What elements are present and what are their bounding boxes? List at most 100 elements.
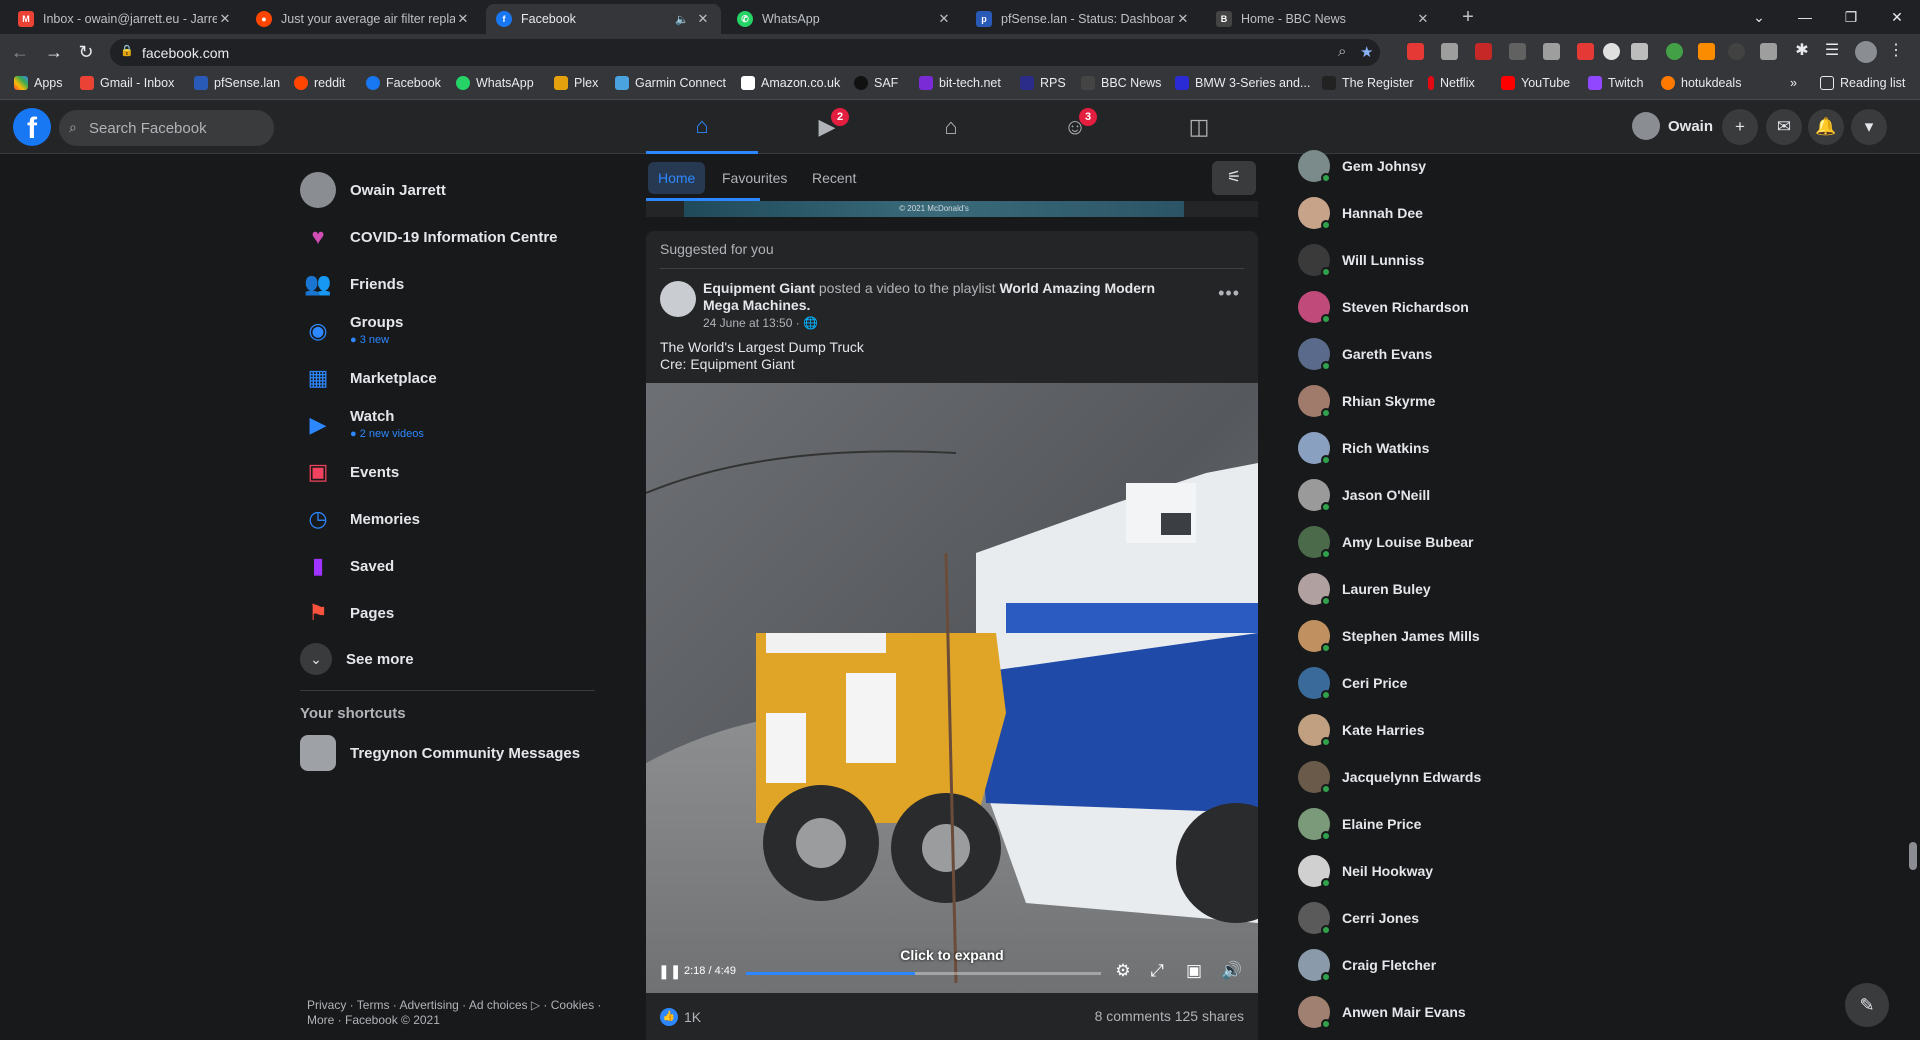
nav-item-watch[interactable]: ▶ Watch ● 2 new videos — [300, 403, 600, 447]
nav-groups[interactable]: ☺ 3 — [1019, 100, 1131, 154]
tab-home[interactable]: Home — [648, 162, 706, 194]
reactions-summary[interactable]: 👍 1K — [660, 1008, 701, 1026]
footer-links[interactable]: Privacy · Terms · Advertising · Ad choic… — [307, 998, 607, 1028]
forward-button[interactable]: → — [42, 42, 66, 63]
extension-icon[interactable] — [1760, 43, 1777, 60]
settings-gear-icon[interactable]: ⚙ — [1112, 961, 1134, 981]
facebook-logo[interactable]: f — [13, 108, 51, 146]
extension-icon[interactable] — [1698, 43, 1715, 60]
extension-icon[interactable] — [1543, 43, 1560, 60]
media-control-icon[interactable]: ☰ — [1820, 40, 1844, 60]
grammarly-extension-icon[interactable] — [1666, 43, 1683, 60]
volume-icon[interactable]: 🔊 — [1221, 961, 1243, 981]
close-icon[interactable]: ✕ — [1415, 11, 1431, 27]
contact-item[interactable]: Steven Richardson — [1298, 285, 1469, 329]
tab-bbc[interactable]: B Home - BBC News ✕ — [1206, 4, 1441, 34]
bookmark-facebook[interactable]: Facebook — [366, 76, 441, 90]
contact-item[interactable]: Elaine Price — [1298, 802, 1421, 846]
contact-item[interactable]: Ceri Price — [1298, 661, 1407, 705]
nav-item-groups[interactable]: ◉ Groups ● 3 new — [300, 309, 600, 353]
new-tab-button[interactable]: + — [1456, 6, 1480, 29]
bookmark-whatsapp[interactable]: WhatsApp — [456, 76, 534, 90]
close-window-button[interactable]: ✕ — [1874, 9, 1920, 26]
extension-icon[interactable] — [1577, 43, 1594, 60]
tab-recent[interactable]: Recent — [802, 162, 866, 194]
contact-item[interactable]: Kate Harries — [1298, 708, 1425, 752]
notifications-button[interactable]: 🔔 — [1808, 109, 1844, 145]
adblock-extension-icon[interactable] — [1407, 43, 1424, 60]
nav-home[interactable]: ⌂ — [646, 100, 758, 154]
bookmark-register[interactable]: The Register — [1322, 76, 1414, 90]
nav-item-profile[interactable]: Owain Jarrett — [300, 168, 600, 212]
nav-item-pages[interactable]: ⚑ Pages — [300, 591, 600, 635]
close-icon[interactable]: ✕ — [1175, 11, 1191, 27]
tab-search-icon[interactable]: ⌄ — [1736, 9, 1782, 26]
tab-facebook[interactable]: f Facebook 🔈 ✕ — [486, 4, 721, 34]
bookmark-reddit[interactable]: reddit — [294, 76, 345, 90]
ublock-extension-icon[interactable] — [1475, 43, 1492, 60]
see-more-button[interactable]: ⌄ See more — [300, 637, 600, 681]
bookmark-pfsense[interactable]: pfSense.lan — [194, 76, 280, 90]
tab-gmail[interactable]: M Inbox - owain@jarrett.eu - Jarrett ✕ — [8, 4, 243, 34]
contact-item[interactable]: Lauren Buley — [1298, 567, 1431, 611]
contact-item[interactable]: Hannah Dee — [1298, 191, 1423, 235]
extension-icon[interactable] — [1603, 43, 1620, 60]
bookmark-youtube[interactable]: YouTube — [1501, 76, 1570, 90]
bookmark-plex[interactable]: Plex — [554, 76, 598, 90]
post-timestamp[interactable]: 24 June at 13:50 · 🌐 — [703, 316, 818, 330]
bookmark-garmin[interactable]: Garmin Connect — [615, 76, 726, 90]
nav-item-marketplace[interactable]: ▦ Marketplace — [300, 356, 600, 400]
tab-whatsapp[interactable]: ✆ WhatsApp ✕ — [727, 4, 962, 34]
author-avatar[interactable] — [660, 281, 696, 317]
bookmark-apps[interactable]: Apps — [14, 76, 63, 90]
tab-favourites[interactable]: Favourites — [712, 162, 797, 194]
extension-icon[interactable] — [1631, 43, 1648, 60]
nav-item-covid[interactable]: ♥ COVID-19 Information Centre — [300, 215, 600, 259]
scrollbar-thumb[interactable] — [1909, 842, 1917, 870]
contact-item[interactable]: Rhian Skyrme — [1298, 379, 1435, 423]
extension-icon[interactable] — [1509, 43, 1526, 60]
tab-pfsense[interactable]: p pfSense.lan - Status: Dashboard ✕ — [966, 4, 1201, 34]
bookmark-gmail[interactable]: Gmail - Inbox — [80, 76, 174, 90]
speaker-icon[interactable]: 🔈 — [675, 13, 689, 26]
bookmark-twitch[interactable]: Twitch — [1588, 76, 1643, 90]
comments-shares-count[interactable]: 8 comments 125 shares — [1095, 1008, 1244, 1024]
page-scrollbar[interactable] — [1905, 154, 1920, 1040]
contact-item[interactable]: Gareth Evans — [1298, 332, 1432, 376]
reading-list-button[interactable]: Reading list — [1820, 76, 1905, 90]
nav-item-saved[interactable]: ▮ Saved — [300, 544, 600, 588]
bookmark-amazon[interactable]: Amazon.co.uk — [741, 76, 840, 90]
contact-item[interactable]: Gem Johnsy — [1298, 144, 1426, 188]
contact-item[interactable]: Neil Hookway — [1298, 849, 1433, 893]
contact-item[interactable]: Stephen James Mills — [1298, 614, 1480, 658]
reload-button[interactable]: ↻ — [74, 42, 98, 63]
contact-item[interactable]: Cerri Jones — [1298, 896, 1419, 940]
restore-button[interactable]: ❐ — [1828, 9, 1874, 26]
bookmark-star-icon[interactable]: ★ — [1360, 43, 1373, 61]
contact-item[interactable]: Jacquelynn Edwards — [1298, 755, 1481, 799]
nav-gaming[interactable]: ◫ — [1143, 100, 1255, 154]
account-menu-button[interactable]: ▾ — [1851, 109, 1887, 145]
extension-icon[interactable] — [1441, 43, 1458, 60]
browser-menu-icon[interactable]: ⋮ — [1884, 40, 1908, 60]
close-icon[interactable]: ✕ — [695, 11, 711, 27]
feed-filter-button[interactable]: ⚟ — [1212, 161, 1256, 195]
search-input[interactable]: ⌕ Search Facebook — [59, 110, 274, 146]
nav-item-events[interactable]: ▣ Events — [300, 450, 600, 494]
contact-item[interactable]: Craig Fletcher — [1298, 943, 1436, 987]
bookmark-netflix[interactable]: Netflix — [1428, 76, 1475, 90]
bookmarks-overflow-button[interactable]: » — [1790, 76, 1797, 90]
bookmark-saf[interactable]: SAF — [854, 76, 898, 90]
video-progress-bar[interactable] — [746, 972, 1101, 975]
minimize-button[interactable]: — — [1782, 9, 1828, 25]
zoom-icon[interactable]: ⌕ — [1338, 43, 1346, 60]
author-name[interactable]: Equipment Giant — [703, 280, 815, 296]
fullscreen-icon[interactable]: ⤢ — [1146, 961, 1168, 981]
profile-button[interactable]: Owain — [1632, 108, 1713, 144]
contact-item[interactable]: Anwen Mair Evans — [1298, 990, 1466, 1034]
extensions-puzzle-icon[interactable]: ✱ — [1790, 40, 1814, 60]
picture-in-picture-icon[interactable]: ▣ — [1183, 961, 1205, 981]
tab-reddit[interactable]: ● Just your average air filter replac ✕ — [246, 4, 481, 34]
extension-icon[interactable] — [1728, 43, 1745, 60]
close-icon[interactable]: ✕ — [455, 11, 471, 27]
